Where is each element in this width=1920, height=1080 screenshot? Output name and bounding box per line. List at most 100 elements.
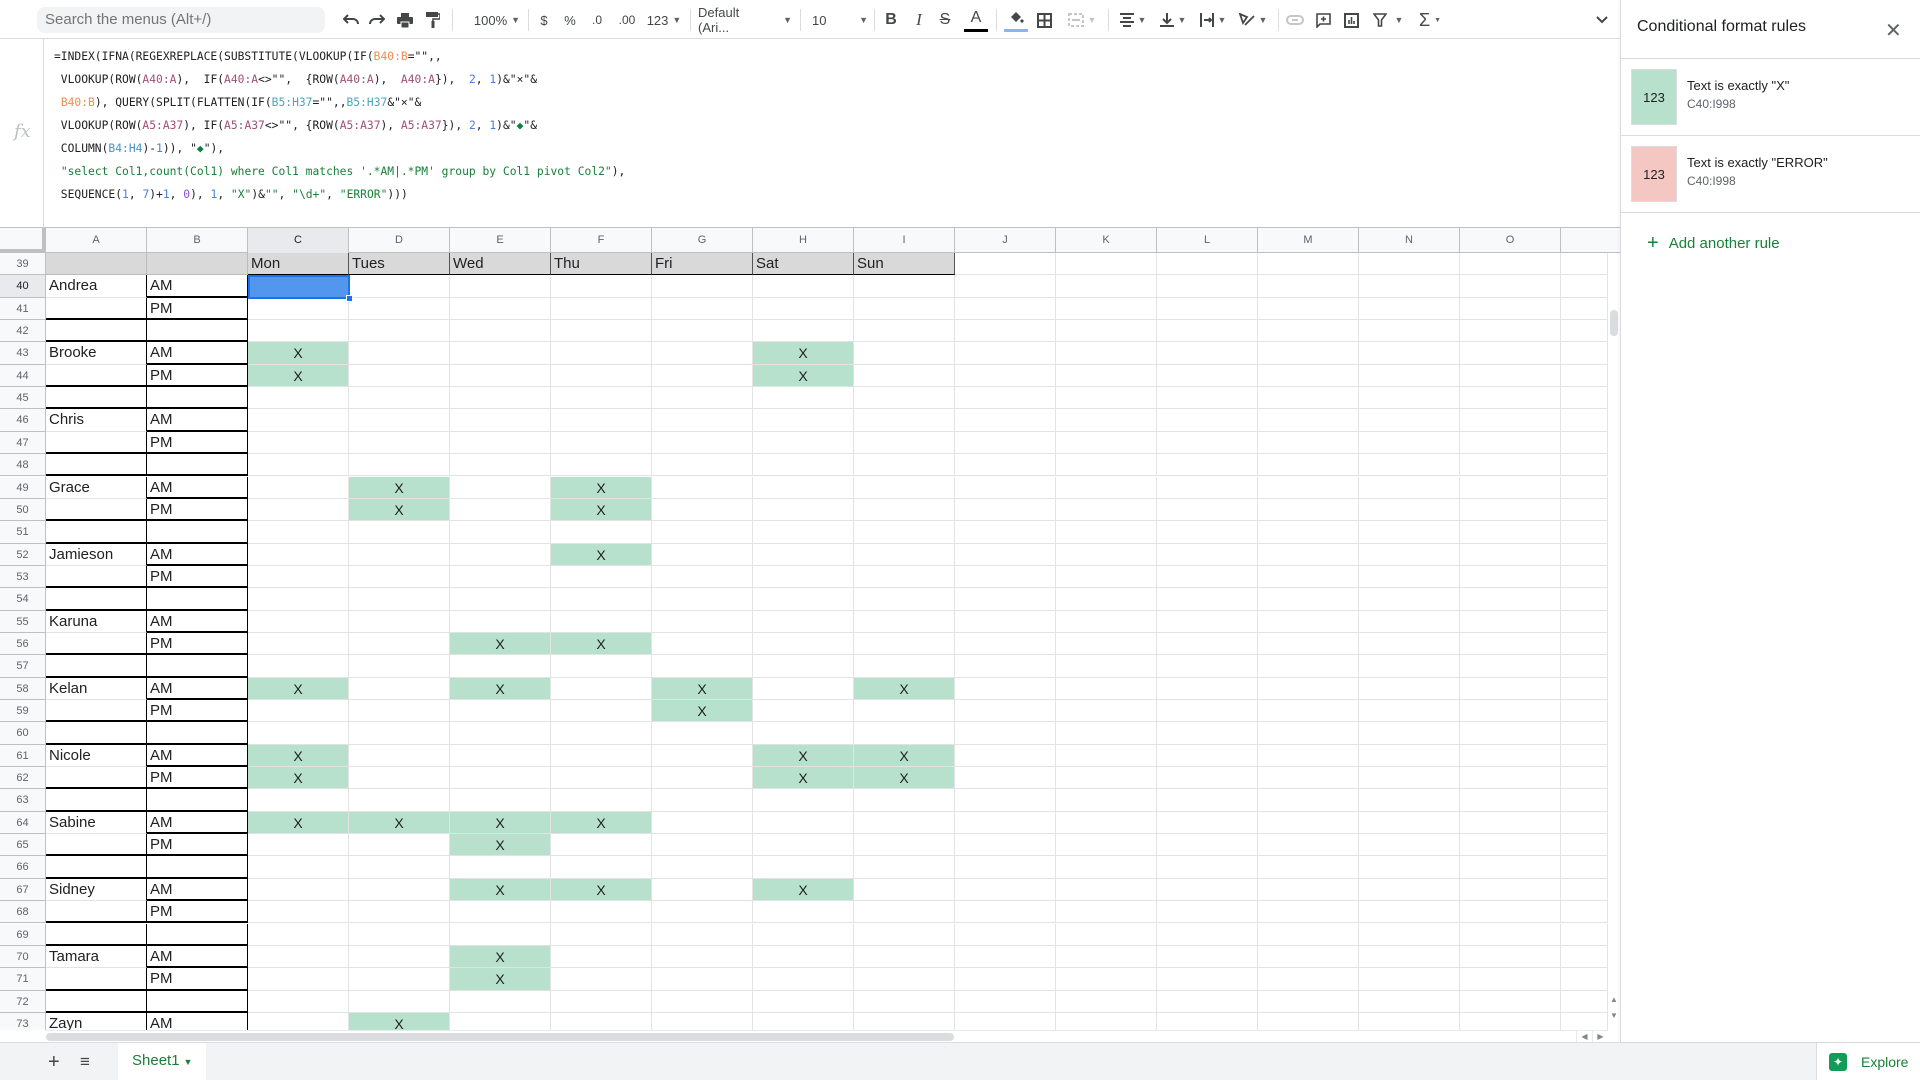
cell[interactable]: [955, 320, 1056, 343]
cell[interactable]: [652, 610, 753, 633]
cell[interactable]: [854, 901, 955, 924]
cell[interactable]: [1359, 476, 1460, 499]
cell[interactable]: [1561, 297, 1608, 321]
cell[interactable]: [248, 320, 349, 343]
column-header-d[interactable]: D: [349, 228, 450, 253]
cell[interactable]: [349, 878, 450, 902]
cell[interactable]: [1157, 588, 1258, 611]
cell[interactable]: [1258, 521, 1359, 544]
cell[interactable]: [1460, 834, 1561, 857]
cell[interactable]: [955, 789, 1056, 812]
row-header[interactable]: 60: [0, 722, 46, 745]
person-name[interactable]: Grace: [46, 476, 147, 499]
cell[interactable]: [854, 431, 955, 455]
column-header-k[interactable]: K: [1056, 228, 1157, 253]
column-header-p[interactable]: [1561, 228, 1620, 253]
cell[interactable]: [753, 476, 854, 499]
cell[interactable]: [147, 655, 248, 678]
cell[interactable]: [450, 610, 551, 633]
cell[interactable]: [349, 700, 450, 723]
cell[interactable]: [1056, 588, 1157, 611]
cell[interactable]: [1157, 320, 1258, 343]
cell[interactable]: [753, 588, 854, 611]
cell[interactable]: [1258, 387, 1359, 410]
cell[interactable]: [1561, 677, 1608, 700]
shift-label[interactable]: PM: [147, 700, 248, 723]
cell[interactable]: [1258, 722, 1359, 745]
zoom-select[interactable]: 100% ▼: [464, 7, 530, 33]
schedule-mark[interactable]: X: [450, 811, 551, 835]
cell[interactable]: [551, 409, 652, 432]
cell[interactable]: [1056, 364, 1157, 388]
shift-label[interactable]: PM: [147, 834, 248, 857]
cell[interactable]: [753, 454, 854, 477]
cell[interactable]: [1056, 968, 1157, 991]
cell[interactable]: [1157, 990, 1258, 1013]
cell[interactable]: [450, 476, 551, 499]
cell[interactable]: [753, 521, 854, 544]
cell[interactable]: [450, 364, 551, 388]
cell[interactable]: [1157, 253, 1258, 276]
cell[interactable]: [1258, 565, 1359, 589]
row-header[interactable]: 40: [0, 275, 46, 298]
cell[interactable]: [1359, 811, 1460, 835]
cell[interactable]: [1561, 275, 1608, 298]
cell[interactable]: [753, 632, 854, 656]
cell[interactable]: [1561, 655, 1608, 678]
cell[interactable]: [551, 722, 652, 745]
cell[interactable]: [551, 364, 652, 388]
cell[interactable]: [349, 655, 450, 678]
cell[interactable]: [1258, 968, 1359, 991]
cell[interactable]: [1561, 632, 1608, 656]
cell[interactable]: [854, 990, 955, 1013]
cell[interactable]: [1056, 722, 1157, 745]
cell[interactable]: [1561, 945, 1608, 969]
cell[interactable]: [1460, 476, 1561, 499]
day-header-tues[interactable]: Tues: [349, 253, 450, 276]
shift-label[interactable]: AM: [147, 811, 248, 835]
schedule-mark[interactable]: X: [753, 744, 854, 768]
cell[interactable]: [1561, 834, 1608, 857]
cell[interactable]: [46, 387, 147, 410]
cell[interactable]: [551, 342, 652, 365]
row-header[interactable]: 55: [0, 610, 46, 633]
cell[interactable]: [1056, 431, 1157, 455]
cell[interactable]: [450, 901, 551, 924]
cell[interactable]: [1056, 856, 1157, 879]
cell[interactable]: [349, 342, 450, 365]
scroll-up-button[interactable]: ▲: [1608, 993, 1620, 1007]
shift-label[interactable]: PM: [147, 901, 248, 924]
cell[interactable]: [349, 677, 450, 700]
cell[interactable]: [955, 856, 1056, 879]
cell[interactable]: [46, 722, 147, 745]
insert-comment-button[interactable]: [1312, 7, 1334, 33]
cell[interactable]: [1157, 632, 1258, 656]
italic-button[interactable]: I: [910, 7, 928, 33]
cell[interactable]: [1460, 923, 1561, 946]
cell[interactable]: [248, 632, 349, 656]
day-header-fri[interactable]: Fri: [652, 253, 753, 276]
select-all-corner[interactable]: [0, 228, 46, 253]
cell[interactable]: [1056, 767, 1157, 790]
cell[interactable]: [652, 722, 753, 745]
cell[interactable]: [854, 923, 955, 946]
cell[interactable]: [652, 990, 753, 1013]
cell[interactable]: [349, 387, 450, 410]
cell[interactable]: [652, 387, 753, 410]
cell[interactable]: [551, 744, 652, 768]
cell[interactable]: [551, 454, 652, 477]
cell[interactable]: [349, 945, 450, 969]
cell[interactable]: [1460, 543, 1561, 566]
cell[interactable]: [1561, 454, 1608, 477]
paint-format-button[interactable]: [422, 7, 444, 33]
cell[interactable]: [854, 320, 955, 343]
cell[interactable]: [147, 722, 248, 745]
cell[interactable]: [1359, 320, 1460, 343]
formula-input[interactable]: =INDEX(IFNA(REGEXREPLACE(SUBSTITUTE(VLOO…: [54, 45, 1614, 206]
cell[interactable]: [1460, 431, 1561, 455]
cell[interactable]: [955, 878, 1056, 902]
cell[interactable]: [450, 856, 551, 879]
cell[interactable]: [1258, 297, 1359, 321]
cell[interactable]: [46, 588, 147, 611]
cell[interactable]: [1056, 253, 1157, 276]
